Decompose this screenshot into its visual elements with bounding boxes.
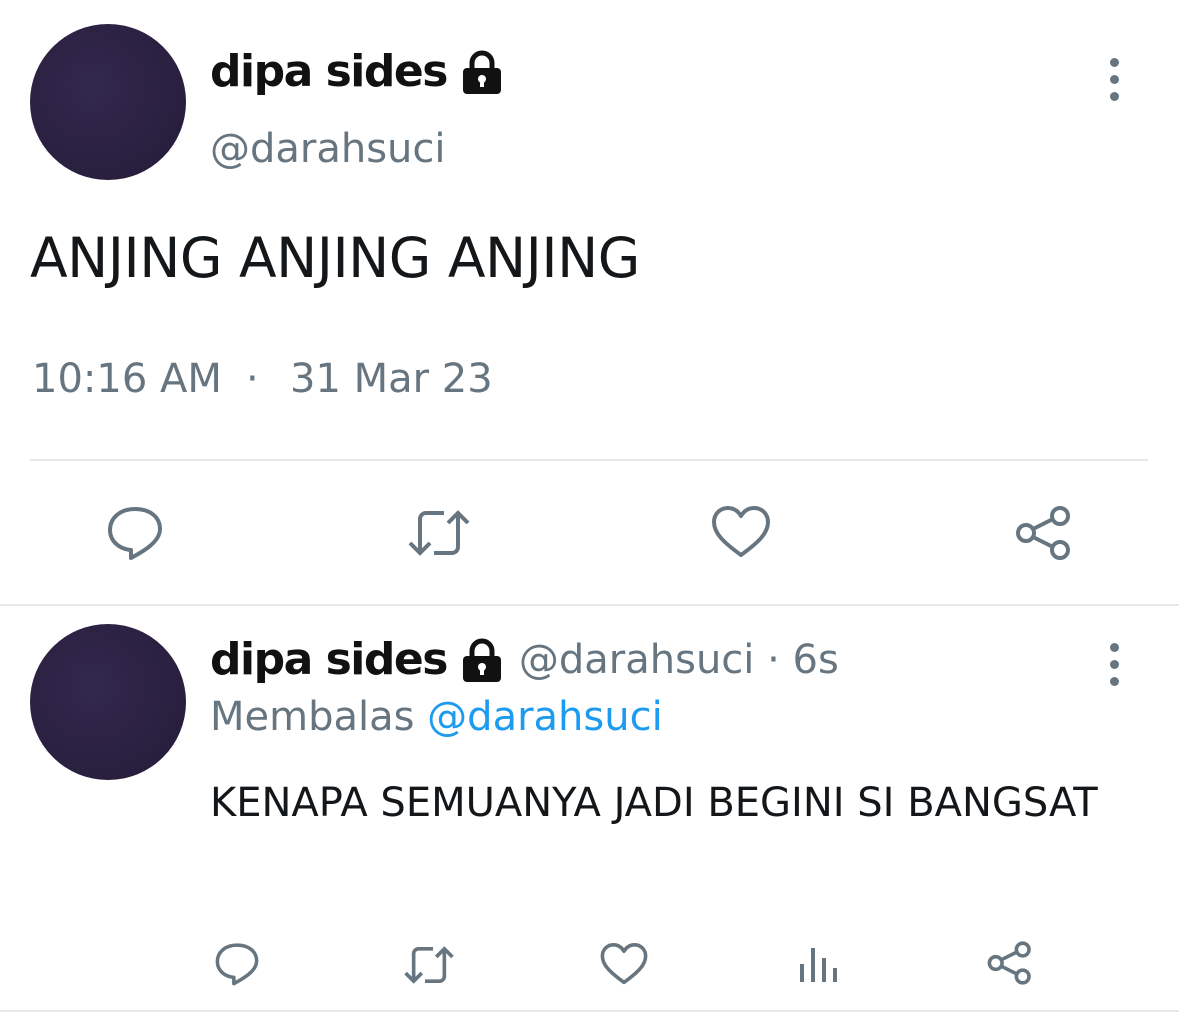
divider <box>0 604 1179 606</box>
tweet-date[interactable]: 31 Mar 23 <box>290 356 493 402</box>
share-icon[interactable] <box>1014 504 1074 562</box>
display-name[interactable]: dipa sides <box>210 634 505 685</box>
more-vertical-icon[interactable] <box>1109 643 1119 686</box>
heart-icon[interactable] <box>600 942 648 986</box>
meta-separator: · <box>246 356 259 402</box>
retweet-icon[interactable] <box>406 507 472 559</box>
replying-to: Membalas @darahsuci <box>210 694 663 740</box>
tweet-time[interactable]: 10:16 AM <box>32 356 222 402</box>
retweet-icon[interactable] <box>402 944 456 986</box>
handle[interactable]: @darahsuci <box>210 126 446 172</box>
reply-header: dipa sides @darahsuci · 6s <box>210 634 839 685</box>
views-icon[interactable] <box>798 944 838 984</box>
share-icon[interactable] <box>986 940 1034 986</box>
more-vertical-icon[interactable] <box>1109 58 1119 101</box>
avatar[interactable] <box>30 624 186 780</box>
mention-link[interactable]: @darahsuci <box>427 694 663 740</box>
display-name-text: dipa sides <box>210 46 448 97</box>
avatar[interactable] <box>30 24 186 180</box>
heart-icon[interactable] <box>711 505 771 559</box>
lock-icon <box>462 50 501 94</box>
tweet-text: KENAPA SEMUANYA JADI BEGINI SI BANGSAT <box>210 780 1098 826</box>
reply-icon[interactable] <box>214 942 260 986</box>
divider <box>0 1010 1179 1012</box>
handle-time[interactable]: @darahsuci · 6s <box>519 637 839 683</box>
display-name[interactable]: dipa sides <box>210 46 505 97</box>
tweet-text: ANJING ANJING ANJING <box>30 226 640 290</box>
reply-icon[interactable] <box>106 505 164 561</box>
replying-label: Membalas <box>210 694 415 740</box>
display-name-text: dipa sides <box>210 634 448 685</box>
divider <box>30 459 1148 461</box>
lock-icon <box>462 638 501 682</box>
